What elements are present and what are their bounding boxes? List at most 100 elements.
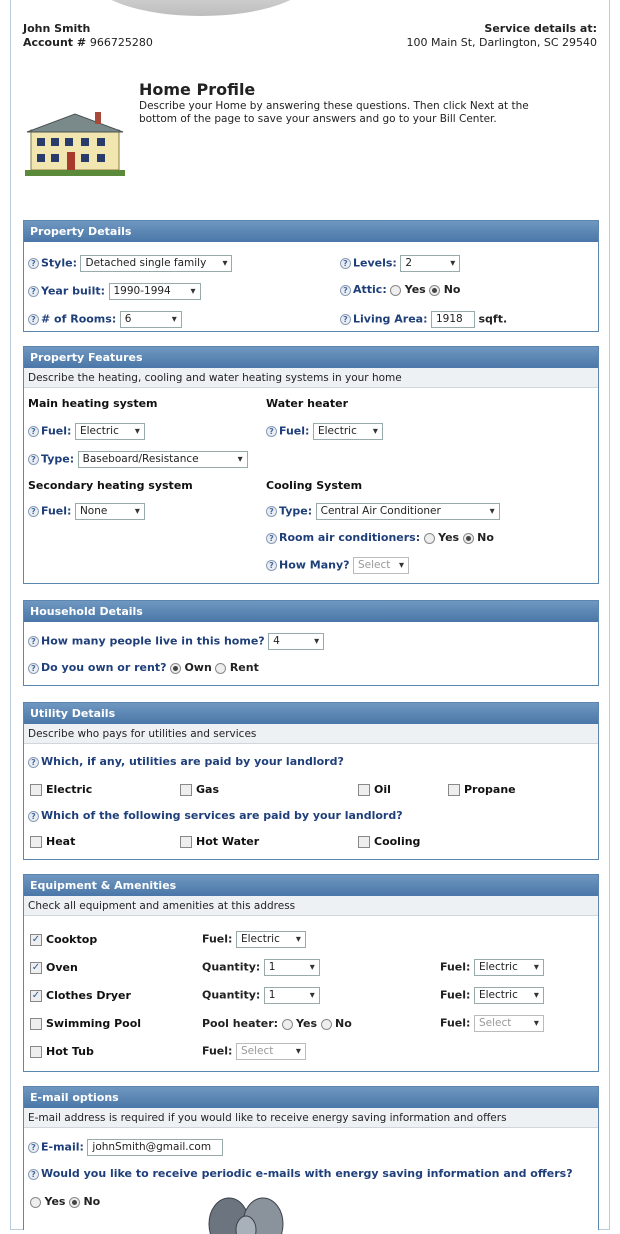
help-icon[interactable]: ?	[28, 314, 39, 325]
how-many-select[interactable]: Select	[353, 557, 410, 574]
services-question: ? Which of the following services are pai…	[28, 809, 403, 822]
water-fuel-select[interactable]: Electric	[312, 423, 383, 440]
main-fuel-select[interactable]: Electric	[74, 423, 145, 440]
utility-oil[interactable]: Oil	[358, 783, 391, 796]
help-icon[interactable]: ?	[28, 1142, 39, 1153]
help-icon[interactable]: ?	[28, 810, 39, 822]
dryer-item[interactable]: ✓ Clothes Dryer	[30, 989, 131, 1002]
attic-no-radio[interactable]	[429, 284, 441, 296]
rent-radio[interactable]	[215, 662, 227, 674]
help-icon[interactable]: ?	[28, 636, 39, 647]
help-icon[interactable]: ?	[340, 258, 351, 269]
cooktop-item[interactable]: ✓ Cooktop	[30, 933, 97, 946]
help-icon[interactable]: ?	[28, 506, 39, 517]
account-number: 966725280	[89, 36, 153, 49]
section-subtitle: Describe who pays for utilities and serv…	[24, 724, 598, 744]
checkbox[interactable]	[180, 836, 192, 848]
checkbox[interactable]	[180, 784, 192, 796]
section-title: Household Details	[24, 601, 598, 622]
service-label: Service details at:	[484, 22, 597, 35]
checkbox[interactable]	[30, 1046, 42, 1058]
levels-select[interactable]: 2	[400, 255, 461, 272]
dryer-quantity-select[interactable]: 1	[263, 987, 320, 1004]
main-type-select[interactable]: Baseboard/Resistance	[77, 451, 248, 468]
section-subtitle: E-mail address is required if you would …	[24, 1108, 598, 1128]
checkbox[interactable]	[30, 784, 42, 796]
utility-electric[interactable]: Electric	[30, 783, 92, 796]
rooms-select[interactable]: 6	[119, 311, 182, 328]
checkbox-checked[interactable]: ✓	[30, 934, 42, 946]
cooling-type-select[interactable]: Central Air Conditioner	[315, 503, 500, 520]
cooktop-fuel-row: Fuel: Electric	[202, 931, 306, 948]
help-icon[interactable]: ?	[28, 258, 39, 269]
service-cooling[interactable]: Cooling	[358, 835, 420, 848]
section-title: Utility Details	[24, 703, 598, 724]
help-icon[interactable]: ?	[266, 532, 277, 544]
oven-quantity-select[interactable]: 1	[263, 959, 320, 976]
customer-info: John Smith Account # 966725280	[23, 22, 153, 50]
help-icon[interactable]: ?	[266, 506, 277, 517]
help-icon[interactable]: ?	[28, 426, 39, 437]
hottub-fuel-select[interactable]: Select	[235, 1043, 306, 1060]
help-icon[interactable]: ?	[340, 314, 351, 325]
pool-item[interactable]: Swimming Pool	[30, 1017, 141, 1030]
service-heat[interactable]: Heat	[30, 835, 75, 848]
pool-heater-no-radio[interactable]	[320, 1018, 332, 1030]
hottub-fuel-row: Fuel: Select	[202, 1043, 306, 1060]
style-select[interactable]: Detached single family	[80, 255, 233, 272]
email-optin-row: Yes No	[30, 1195, 100, 1208]
email-no-radio[interactable]	[68, 1196, 80, 1208]
help-icon[interactable]: ?	[28, 1168, 39, 1180]
help-icon[interactable]: ?	[266, 426, 277, 437]
attic-yes-radio[interactable]	[390, 284, 402, 296]
room-ac-no-radio[interactable]	[462, 532, 474, 544]
water-heater-heading: Water heater	[266, 397, 348, 410]
utility-section: Utility Details Describe who pays for ut…	[23, 702, 599, 860]
pool-fuel-select[interactable]: Select	[473, 1015, 544, 1032]
people-select[interactable]: 4	[268, 633, 325, 650]
levels-label: Levels:	[353, 256, 397, 270]
own-radio[interactable]	[169, 662, 181, 674]
decorative-dial-icon	[208, 1197, 284, 1234]
checkbox[interactable]	[358, 784, 370, 796]
living-area-input[interactable]: 1918	[430, 311, 475, 328]
hottub-item[interactable]: Hot Tub	[30, 1045, 94, 1058]
email-yes-radio[interactable]	[30, 1196, 41, 1208]
section-title: Property Details	[24, 221, 598, 242]
checkbox[interactable]	[448, 784, 460, 796]
utility-gas[interactable]: Gas	[180, 783, 219, 796]
help-icon[interactable]: ?	[28, 454, 39, 465]
help-icon[interactable]: ?	[266, 560, 277, 571]
checkbox[interactable]	[358, 836, 370, 848]
page-frame: John Smith Account # 966725280 Service d…	[10, 0, 610, 1234]
help-icon[interactable]: ?	[28, 662, 39, 674]
secondary-fuel-select[interactable]: None	[74, 503, 145, 520]
email-input[interactable]: johnSmith@gmail.com	[87, 1139, 224, 1156]
room-ac-row: ? Room air conditioners: Yes No	[266, 531, 494, 544]
style-label: Style:	[41, 256, 77, 270]
pool-heater-yes-radio[interactable]	[281, 1018, 293, 1030]
oven-item[interactable]: ✓ Oven	[30, 961, 78, 974]
checkbox[interactable]	[30, 836, 42, 848]
checkbox-checked[interactable]: ✓	[30, 990, 42, 1002]
room-ac-yes-radio[interactable]	[423, 532, 435, 544]
checkbox-checked[interactable]: ✓	[30, 962, 42, 974]
house-icon	[25, 112, 125, 176]
pool-fuel-row: Fuel: Select	[440, 1015, 544, 1032]
help-icon[interactable]: ?	[340, 284, 351, 296]
service-address: 100 Main St, Darlington, SC 29540	[406, 36, 598, 49]
year-label: Year built:	[41, 284, 105, 298]
oven-fuel-select[interactable]: Electric	[473, 959, 544, 976]
attic-label: Attic:	[353, 283, 387, 296]
dryer-fuel-select[interactable]: Electric	[473, 987, 544, 1004]
utility-propane[interactable]: Propane	[448, 783, 516, 796]
year-select[interactable]: 1990-1994	[108, 283, 201, 300]
help-icon[interactable]: ?	[28, 756, 39, 768]
service-hot-water[interactable]: Hot Water	[180, 835, 259, 848]
how-many-row: ? How Many? Select	[266, 557, 410, 574]
checkbox[interactable]	[30, 1018, 42, 1030]
account-line: Account # 966725280	[23, 36, 153, 49]
cooktop-fuel-select[interactable]: Electric	[235, 931, 306, 948]
help-icon[interactable]: ?	[28, 286, 39, 297]
dryer-qty-row: Quantity: 1	[202, 987, 320, 1004]
